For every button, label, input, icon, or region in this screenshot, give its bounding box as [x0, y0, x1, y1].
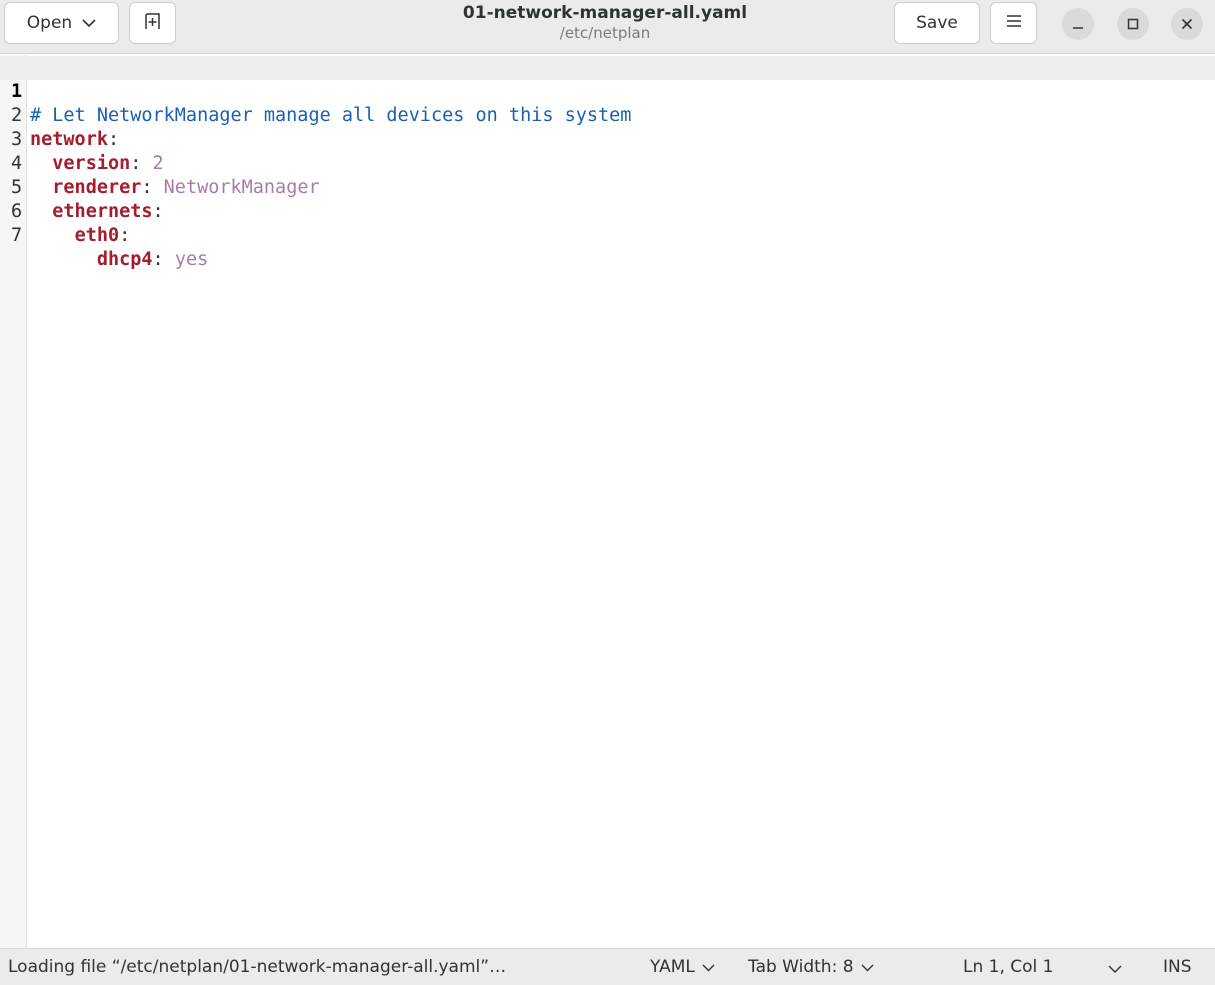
- minimize-icon: [1072, 15, 1084, 34]
- minimize-button[interactable]: [1062, 8, 1094, 40]
- yaml-separator: :: [152, 249, 175, 270]
- chevron-down-icon: [702, 957, 715, 977]
- status-message: Loading file “/etc/netplan/01-network-ma…: [8, 957, 507, 977]
- language-label: YAML: [650, 957, 695, 977]
- tab-width-label: Tab Width: 8: [748, 957, 854, 977]
- language-selector[interactable]: YAML: [650, 957, 715, 977]
- maximize-icon: [1127, 15, 1139, 34]
- editor-area[interactable]: 1 # Let NetworkManager manage all device…: [0, 55, 1215, 948]
- code-line[interactable]: 2 network:: [0, 80, 1215, 150]
- text-editor-window: Open 01-network-manager-all.yaml /etc/ne…: [0, 0, 1215, 985]
- cursor-position-label: Ln 1, Col 1: [963, 957, 1054, 977]
- header-bar: Open 01-network-manager-all.yaml /etc/ne…: [0, 0, 1215, 54]
- line-number: 7: [11, 225, 23, 246]
- tab-width-selector[interactable]: Tab Width: 8: [748, 957, 874, 977]
- code-line[interactable]: 6 eth0:: [0, 176, 1215, 246]
- new-tab-icon: [143, 12, 163, 35]
- new-tab-button[interactable]: [129, 2, 176, 44]
- cursor-position[interactable]: Ln 1, Col 1: [963, 957, 1054, 977]
- title-block: 01-network-manager-all.yaml /etc/netplan: [380, 2, 830, 42]
- insert-mode-indicator[interactable]: INS: [1163, 957, 1192, 977]
- yaml-key: dhcp4: [96, 249, 153, 270]
- code-line[interactable]: 4 renderer: NetworkManager: [0, 128, 1215, 198]
- chevron-down-icon: [82, 13, 96, 33]
- code-line[interactable]: 5 ethernets:: [0, 152, 1215, 222]
- cursor-position-dropdown[interactable]: [1108, 959, 1122, 979]
- code-text: dhcp4: yes: [30, 248, 208, 272]
- close-icon: [1181, 15, 1193, 34]
- main-menu-button[interactable]: [990, 2, 1037, 44]
- yaml-separator: :: [119, 225, 131, 246]
- status-bar: Loading file “/etc/netplan/01-network-ma…: [0, 948, 1215, 985]
- yaml-value: yes: [174, 249, 209, 270]
- maximize-button[interactable]: [1117, 8, 1149, 40]
- window-title: 01-network-manager-all.yaml: [462, 3, 748, 23]
- code-line[interactable]: 3 version: 2: [0, 104, 1215, 174]
- save-button[interactable]: Save: [894, 2, 980, 44]
- chevron-down-icon: [861, 957, 874, 977]
- save-button-label: Save: [916, 13, 958, 33]
- hamburger-menu-icon: [1006, 13, 1022, 33]
- close-button[interactable]: [1171, 8, 1203, 40]
- code-line[interactable]: 7 dhcp4: yes: [0, 200, 1215, 270]
- open-button[interactable]: Open: [4, 2, 119, 44]
- code-line[interactable]: 1 # Let NetworkManager manage all device…: [0, 56, 1215, 126]
- open-button-label: Open: [26, 13, 73, 33]
- yaml-key: eth0: [74, 225, 120, 246]
- chevron-down-icon: [1108, 959, 1122, 979]
- window-subtitle: /etc/netplan: [559, 24, 651, 42]
